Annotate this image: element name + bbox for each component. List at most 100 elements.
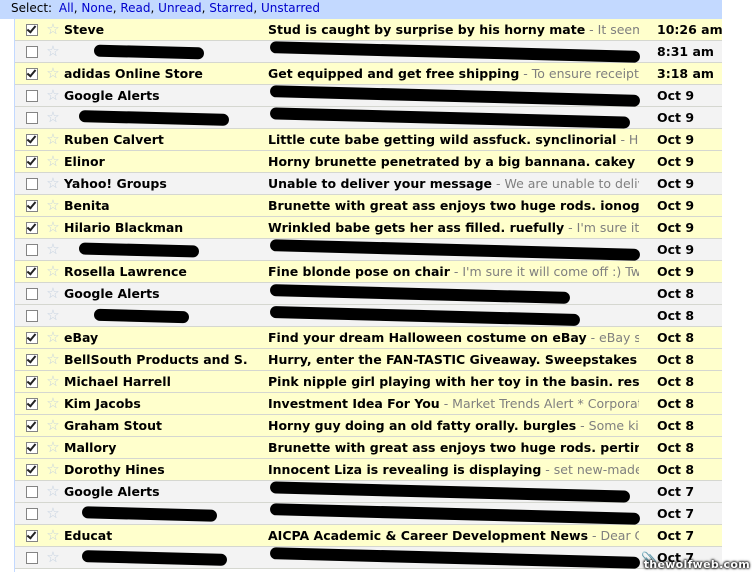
email-row[interactable]: ☆ BellSouth Products and S. Hurry, enter t… [15,349,723,371]
row-checkbox[interactable] [26,486,38,498]
message-preview[interactable]: AICPA Academic & Career Development News… [268,525,639,546]
email-row[interactable]: ☆ Oct 9 [15,239,723,261]
row-checkbox[interactable] [26,24,38,36]
row-checkbox[interactable] [26,398,38,410]
star-outline-icon[interactable]: ☆ [44,107,62,128]
message-preview[interactable]: Pink nipple girl playing with her toy in… [268,371,639,392]
row-checkbox[interactable] [26,134,38,146]
row-checkbox[interactable] [26,46,38,58]
star-outline-icon[interactable]: ☆ [44,173,62,194]
email-row[interactable]: ☆ Steve Stud is caught by surprise by his … [15,19,723,41]
row-checkbox[interactable] [26,200,38,212]
star-outline-icon[interactable]: ☆ [44,525,62,546]
message-preview[interactable]: Find your dream Halloween costume on eBa… [268,327,639,348]
email-row[interactable]: ☆ 📎 Oct 7 [15,547,723,569]
email-row[interactable]: ☆ 8:31 am [15,41,723,63]
message-preview[interactable]: Little cute babe getting wild assfuck. s… [268,129,639,150]
row-checkbox[interactable] [26,288,38,300]
row-checkbox[interactable] [26,530,38,542]
row-checkbox[interactable] [26,420,38,432]
message-preview[interactable]: Brunette with great ass enjoys two huge … [268,195,639,216]
row-checkbox[interactable] [26,310,38,322]
snippet-text: - Some kind of a [580,418,639,433]
message-preview[interactable]: Hurry, enter the FAN-TASTIC Giveaway. Sw… [268,349,639,370]
email-row[interactable]: ☆ Oct 9 [15,107,723,129]
email-row[interactable]: ☆ Google Alerts Oct 9 [15,85,723,107]
row-checkbox[interactable] [26,266,38,278]
date-text: Oct 9 [657,198,695,213]
select-all-link[interactable]: All [59,1,74,15]
star-outline-icon[interactable]: ☆ [44,547,62,568]
email-row[interactable]: ☆ Yahoo! Groups Unable to deliver your mes… [15,173,723,195]
star-outline-icon[interactable]: ☆ [44,349,62,370]
star-outline-icon[interactable]: ☆ [44,415,62,436]
select-unread-link[interactable]: Unread [158,1,201,15]
message-preview[interactable]: Brunette with great ass enjoys two huge … [268,437,639,458]
row-checkbox[interactable] [26,90,38,102]
star-outline-icon[interactable]: ☆ [44,217,62,238]
star-outline-icon[interactable]: ☆ [44,261,62,282]
star-outline-icon[interactable]: ☆ [44,63,62,84]
row-checkbox[interactable] [26,244,38,256]
message-preview[interactable]: Unable to deliver your message - We are … [268,173,639,194]
star-outline-icon[interactable]: ☆ [44,41,62,62]
email-row[interactable]: ☆ Ruben Calvert Little cute babe getting w… [15,129,723,151]
date-text: 3:18 am [657,66,714,81]
star-outline-icon[interactable]: ☆ [44,327,62,348]
row-checkbox[interactable] [26,552,38,564]
email-row[interactable]: ☆ Educat AICPA Academic & Career Developme… [15,525,723,547]
select-read-link[interactable]: Read [120,1,150,15]
message-preview[interactable]: Wrinkled babe gets her ass filled. ruefu… [268,217,639,238]
row-checkbox[interactable] [26,442,38,454]
message-preview[interactable]: Fine blonde pose on chair - I'm sure it … [268,261,639,282]
star-outline-icon[interactable]: ☆ [44,85,62,106]
star-outline-icon[interactable]: ☆ [44,459,62,480]
message-preview[interactable]: Stud is caught by surprise by his horny … [268,19,639,40]
email-row[interactable]: ☆ Mallory Brunette with great ass enjoys t… [15,437,723,459]
message-preview[interactable]: Innocent Liza is revealing is displaying… [268,459,639,480]
row-checkbox[interactable] [26,508,38,520]
row-checkbox[interactable] [26,68,38,80]
star-outline-icon[interactable]: ☆ [44,283,62,304]
email-row[interactable]: ☆ Dorothy Hines Innocent Liza is revealing… [15,459,723,481]
email-row[interactable]: ☆ Benita Brunette with great ass enjoys tw… [15,195,723,217]
email-row[interactable]: ☆ Google Alerts Oct 8 [15,283,723,305]
star-outline-icon[interactable]: ☆ [44,305,62,326]
star-outline-icon[interactable]: ☆ [44,195,62,216]
row-checkbox[interactable] [26,112,38,124]
row-checkbox[interactable] [26,332,38,344]
star-outline-icon[interactable]: ☆ [44,19,62,40]
message-preview[interactable]: Horny guy doing an old fatty orally. bur… [268,415,639,436]
select-starred-link[interactable]: Starred [209,1,253,15]
row-checkbox[interactable] [26,222,38,234]
email-row[interactable]: ☆ adidas Online Store Get equipped and get… [15,63,723,85]
star-outline-icon[interactable]: ☆ [44,129,62,150]
star-outline-icon[interactable]: ☆ [44,437,62,458]
message-preview[interactable]: Get equipped and get free shipping - To … [268,63,639,84]
email-row[interactable]: ☆ Oct 7 [15,503,723,525]
select-unstarred-link[interactable]: Unstarred [261,1,320,15]
star-outline-icon[interactable]: ☆ [44,151,62,172]
email-row[interactable]: ☆ Oct 8 [15,305,723,327]
row-checkbox[interactable] [26,178,38,190]
row-checkbox[interactable] [26,376,38,388]
select-none-link[interactable]: None [81,1,112,15]
email-row[interactable]: ☆ Elinor Horny brunette penetrated by a bi… [15,151,723,173]
star-outline-icon[interactable]: ☆ [44,239,62,260]
email-row[interactable]: ☆ Michael Harrell Pink nipple girl playing… [15,371,723,393]
row-checkbox[interactable] [26,464,38,476]
message-preview[interactable]: Investment Idea For You - Market Trends … [268,393,639,414]
email-row[interactable]: ☆ Graham Stout Horny guy doing an old fatt… [15,415,723,437]
star-outline-icon[interactable]: ☆ [44,393,62,414]
row-checkbox[interactable] [26,156,38,168]
star-outline-icon[interactable]: ☆ [44,371,62,392]
star-outline-icon[interactable]: ☆ [44,481,62,502]
email-row[interactable]: ☆ eBay Find your dream Halloween costume o… [15,327,723,349]
email-row[interactable]: ☆ Rosella Lawrence Fine blonde pose on cha… [15,261,723,283]
star-outline-icon[interactable]: ☆ [44,503,62,524]
message-preview[interactable]: Horny brunette penetrated by a big banna… [268,151,639,172]
row-checkbox[interactable] [26,354,38,366]
email-row[interactable]: ☆ Google Alerts Oct 7 [15,481,723,503]
email-row[interactable]: ☆ Kim Jacobs Investment Idea For You - Mar… [15,393,723,415]
email-row[interactable]: ☆ Hilario Blackman Wrinkled babe gets her … [15,217,723,239]
